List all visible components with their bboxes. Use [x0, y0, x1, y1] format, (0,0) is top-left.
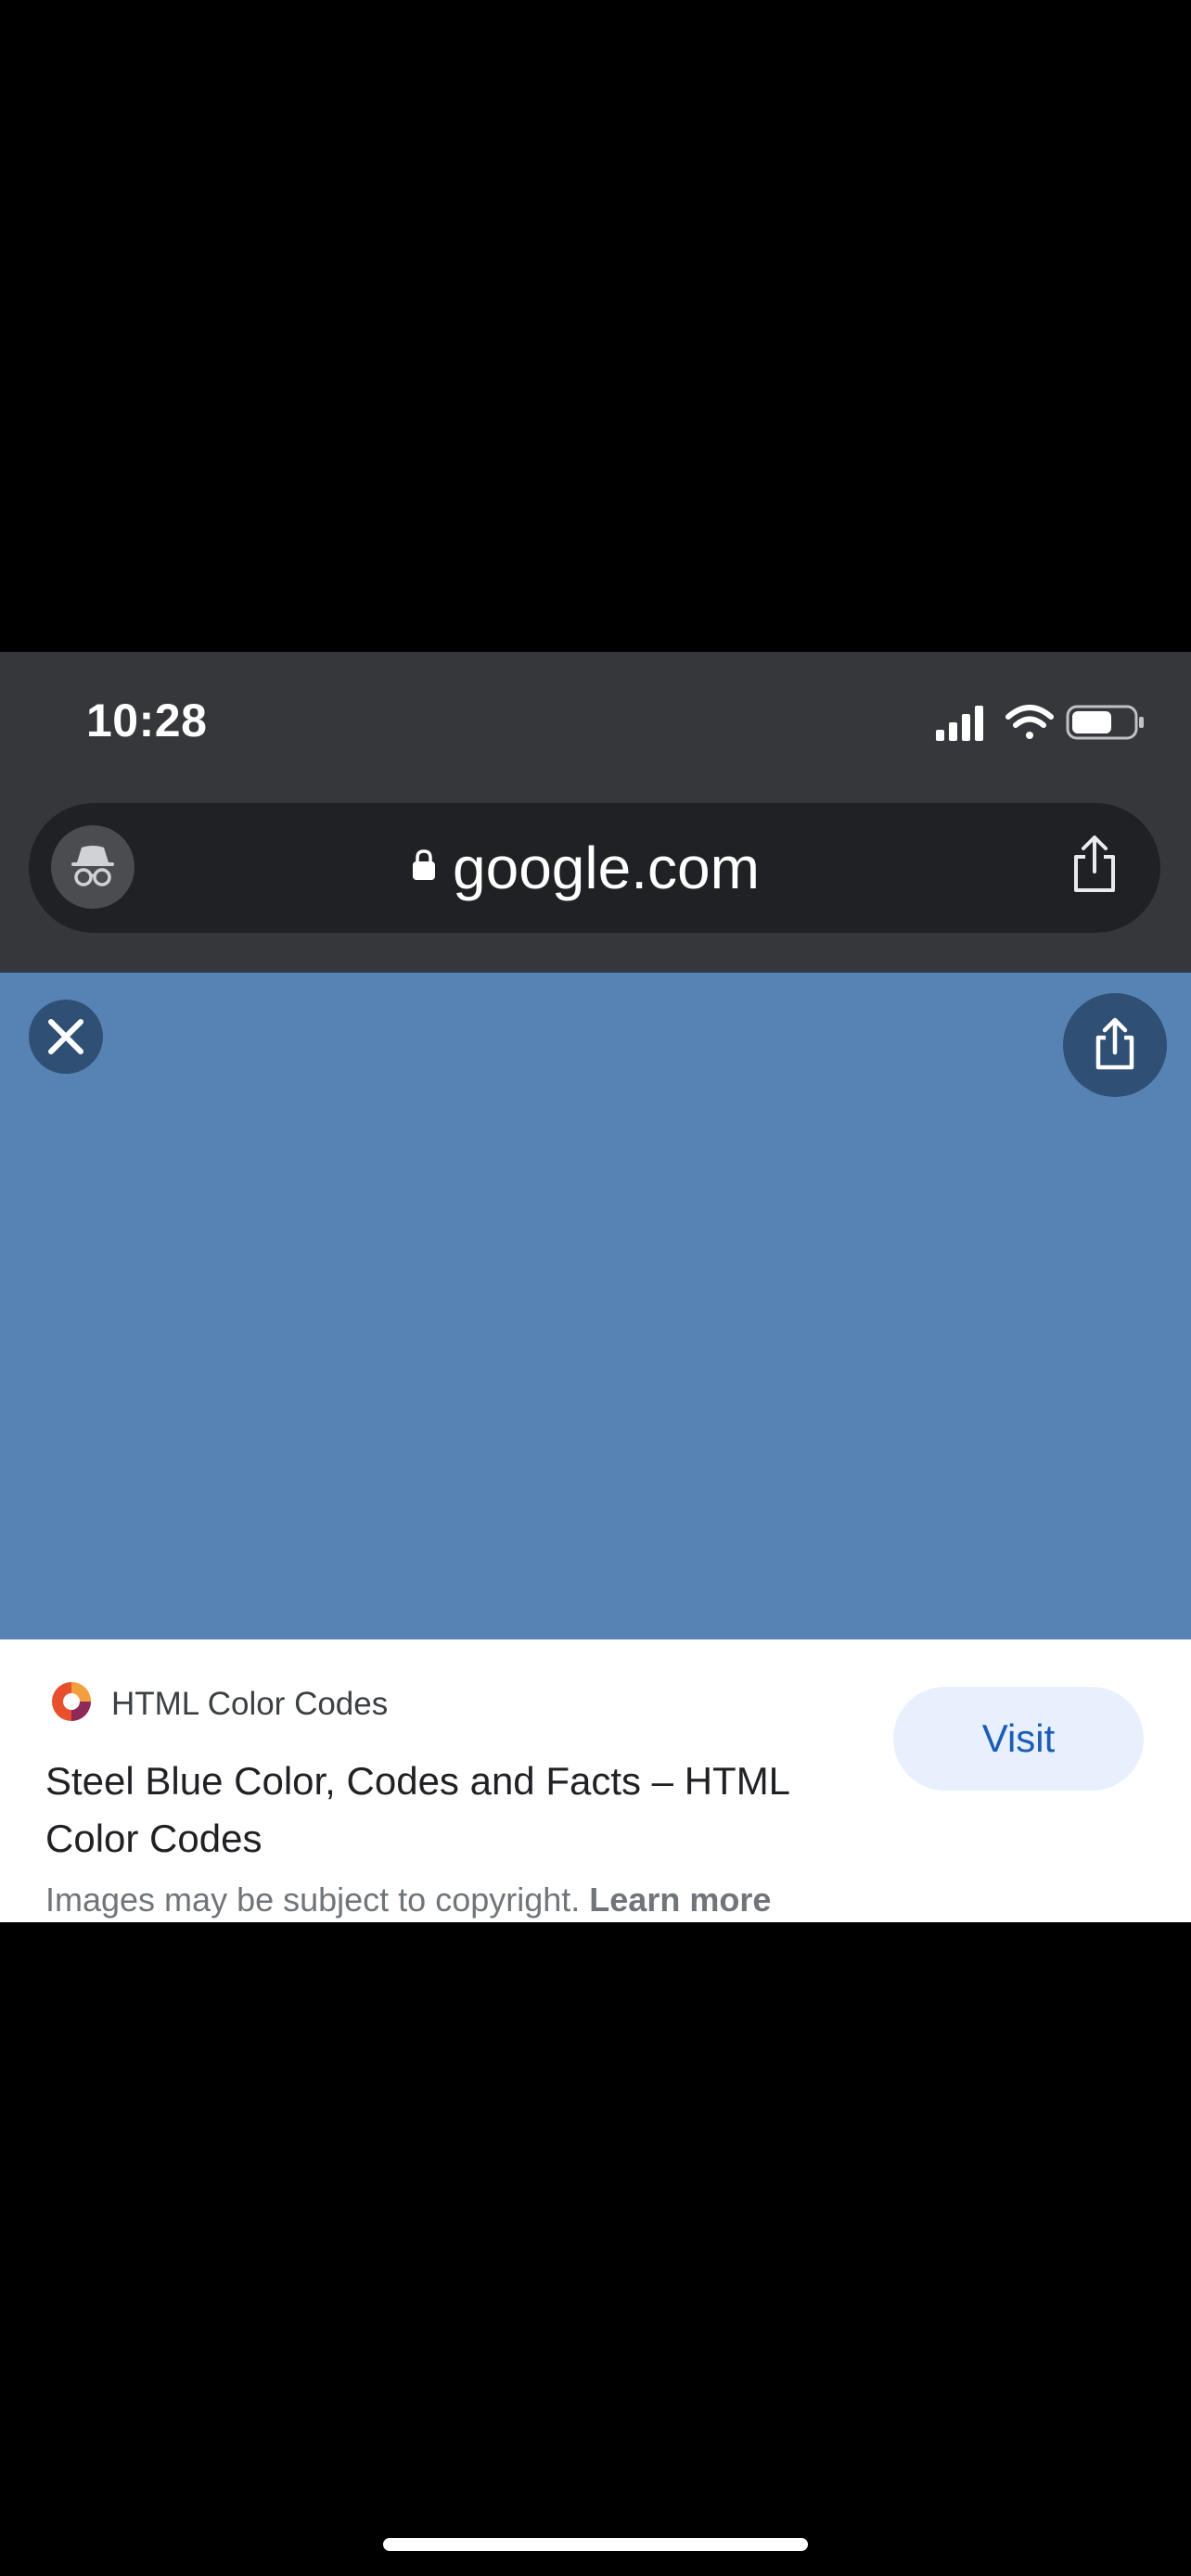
site-name[interactable]: HTML Color Codes — [111, 1686, 388, 1723]
result-title[interactable]: Steel Blue Color, Codes and Facts – HTML… — [45, 1753, 862, 1868]
lock-icon — [413, 849, 435, 880]
share-icon — [1095, 1017, 1134, 1070]
status-time: 10:28 — [86, 695, 208, 746]
share-icon[interactable] — [1069, 835, 1121, 894]
signal-icon — [936, 706, 983, 741]
incognito-button[interactable] — [51, 825, 134, 909]
battery-icon — [1066, 705, 1144, 740]
site-logo-icon — [52, 1682, 91, 1721]
learn-more-link[interactable]: Learn more — [589, 1881, 771, 1919]
home-indicator[interactable] — [383, 2538, 808, 2551]
preview-image — [0, 971, 1191, 1639]
copyright-text: Images may be subject to copyright. — [45, 1881, 581, 1919]
status-icons — [936, 705, 1144, 741]
incognito-icon — [71, 846, 114, 886]
url-text[interactable]: google.com — [453, 831, 760, 905]
close-button[interactable] — [29, 1000, 103, 1074]
copyright-notice: Images may be subject to copyright. Lear… — [45, 1881, 771, 1919]
visit-button[interactable]: Visit — [893, 1687, 1144, 1791]
close-icon — [48, 1019, 83, 1054]
wifi-icon — [1005, 705, 1054, 739]
share-button[interactable] — [1063, 993, 1167, 1097]
phone-screen: 10:28 google.com HTML Color Codes Steel … — [0, 0, 1191, 2576]
